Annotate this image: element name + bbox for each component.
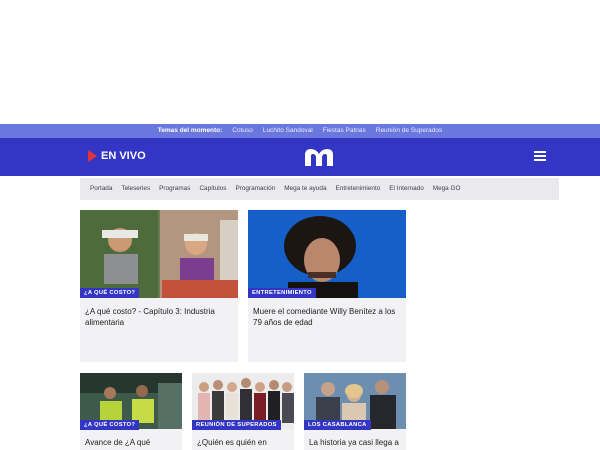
- nav-item-mega-go[interactable]: Mega GO: [433, 178, 461, 200]
- nav-item-programas[interactable]: Programas: [159, 178, 190, 200]
- article-card[interactable]: ¿A QUÉ COSTO? ¿A qué costo? - Capítulo 3…: [80, 210, 238, 362]
- article-card[interactable]: ¿A QUÉ COSTO? Avance de ¿A qué: [80, 373, 182, 450]
- trending-label: Temas del momento:: [157, 127, 223, 134]
- article-title[interactable]: Muere el comediante Willy Benítez a los …: [253, 306, 401, 328]
- article-tag[interactable]: REUNIÓN DE SUPERADOS: [192, 420, 281, 430]
- article-tag[interactable]: LOS CASABLANCA: [304, 420, 371, 430]
- trending-bar: Temas del momento: Cotuso Luchito Sandov…: [0, 124, 600, 138]
- nav-item-entretenimiento[interactable]: Entretenimiento: [336, 178, 381, 200]
- live-button[interactable]: EN VIVO: [88, 150, 146, 162]
- trending-link[interactable]: Cotuso: [232, 124, 253, 138]
- article-card[interactable]: ENTRETENIMIENTO Muere el comediante Will…: [248, 210, 406, 362]
- article-title[interactable]: ¿Quién es quién en: [197, 437, 289, 448]
- article-title[interactable]: Avance de ¿A qué: [85, 437, 177, 448]
- nav-item-mega-te-ayuda[interactable]: Mega te ayuda: [284, 178, 326, 200]
- article-image[interactable]: [80, 210, 238, 298]
- nav-item-programacion[interactable]: Programación: [235, 178, 275, 200]
- nav-item-teleseries[interactable]: Teleseries: [121, 178, 150, 200]
- article-title[interactable]: La historia ya casi llega a: [309, 437, 401, 448]
- article-image[interactable]: [248, 210, 406, 298]
- nav-item-capitulos[interactable]: Capítulos: [199, 178, 226, 200]
- site-header: EN VIVO: [0, 138, 600, 176]
- live-label: EN VIVO: [101, 150, 146, 162]
- article-card[interactable]: REUNIÓN DE SUPERADOS ¿Quién es quién en: [192, 373, 294, 450]
- play-icon: [88, 150, 97, 162]
- nav-item-portada[interactable]: Portada: [90, 178, 112, 200]
- main-nav: Portada Teleseries Programas Capítulos P…: [80, 178, 559, 200]
- article-card[interactable]: LOS CASABLANCA La historia ya casi llega…: [304, 373, 406, 450]
- article-tag[interactable]: ¿A QUÉ COSTO?: [80, 288, 140, 298]
- trending-link[interactable]: Fiestas Patrias: [323, 124, 366, 138]
- hamburger-menu-icon[interactable]: [534, 151, 546, 163]
- article-title[interactable]: ¿A qué costo? - Capítulo 3: Industria al…: [85, 306, 233, 328]
- article-tag[interactable]: ¿A QUÉ COSTO?: [80, 420, 140, 430]
- article-tag[interactable]: ENTRETENIMIENTO: [248, 288, 316, 298]
- nav-item-el-internado[interactable]: El Internado: [389, 178, 423, 200]
- trending-link[interactable]: Reunión de Superados: [376, 124, 443, 138]
- mega-logo-icon[interactable]: [302, 146, 336, 168]
- trending-link[interactable]: Luchito Sandoval: [263, 124, 313, 138]
